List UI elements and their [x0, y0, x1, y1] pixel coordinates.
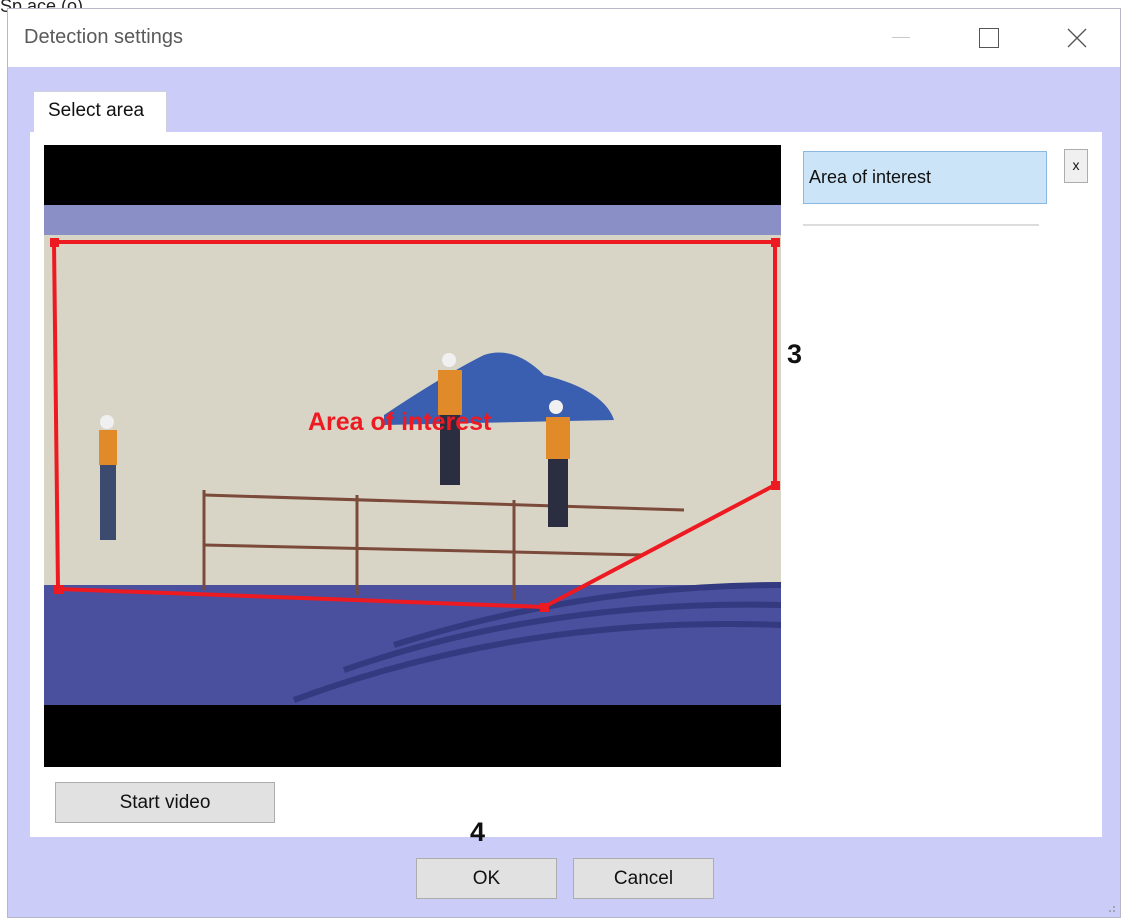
start-video-button[interactable]: Start video	[55, 782, 275, 823]
railing	[202, 490, 685, 600]
remove-area-button[interactable]: x	[1064, 149, 1088, 183]
scene-overlay	[50, 238, 781, 703]
maximize-icon	[979, 28, 999, 48]
minimize-button[interactable]	[878, 9, 924, 67]
maximize-button[interactable]	[966, 9, 1012, 67]
area-list-divider	[803, 224, 1039, 226]
tab-panel: Area of interest Area of interest x Star…	[30, 132, 1102, 837]
annotation-marker-4: 4	[470, 817, 486, 847]
window-title: Detection settings	[24, 26, 183, 48]
annotation-marker-3: 3	[787, 339, 803, 369]
video-preview[interactable]: Area of interest	[44, 145, 781, 767]
minimize-icon	[892, 37, 910, 38]
detection-settings-dialog: Detection settings Select area Area of i…	[7, 8, 1121, 918]
resize-grip-icon[interactable]	[1104, 901, 1116, 913]
area-list-item-selected[interactable]: Area of interest	[803, 151, 1047, 204]
close-button[interactable]	[1054, 9, 1100, 67]
ok-button[interactable]: OK	[416, 858, 557, 899]
worker-1	[99, 415, 117, 540]
close-icon	[1067, 28, 1087, 48]
title-bar: Detection settings	[8, 9, 1120, 67]
worker-3	[546, 400, 570, 527]
tab-select-area[interactable]: Select area	[33, 91, 167, 133]
area-of-interest-label: Area of interest	[308, 408, 492, 436]
cancel-button[interactable]: Cancel	[573, 858, 714, 899]
